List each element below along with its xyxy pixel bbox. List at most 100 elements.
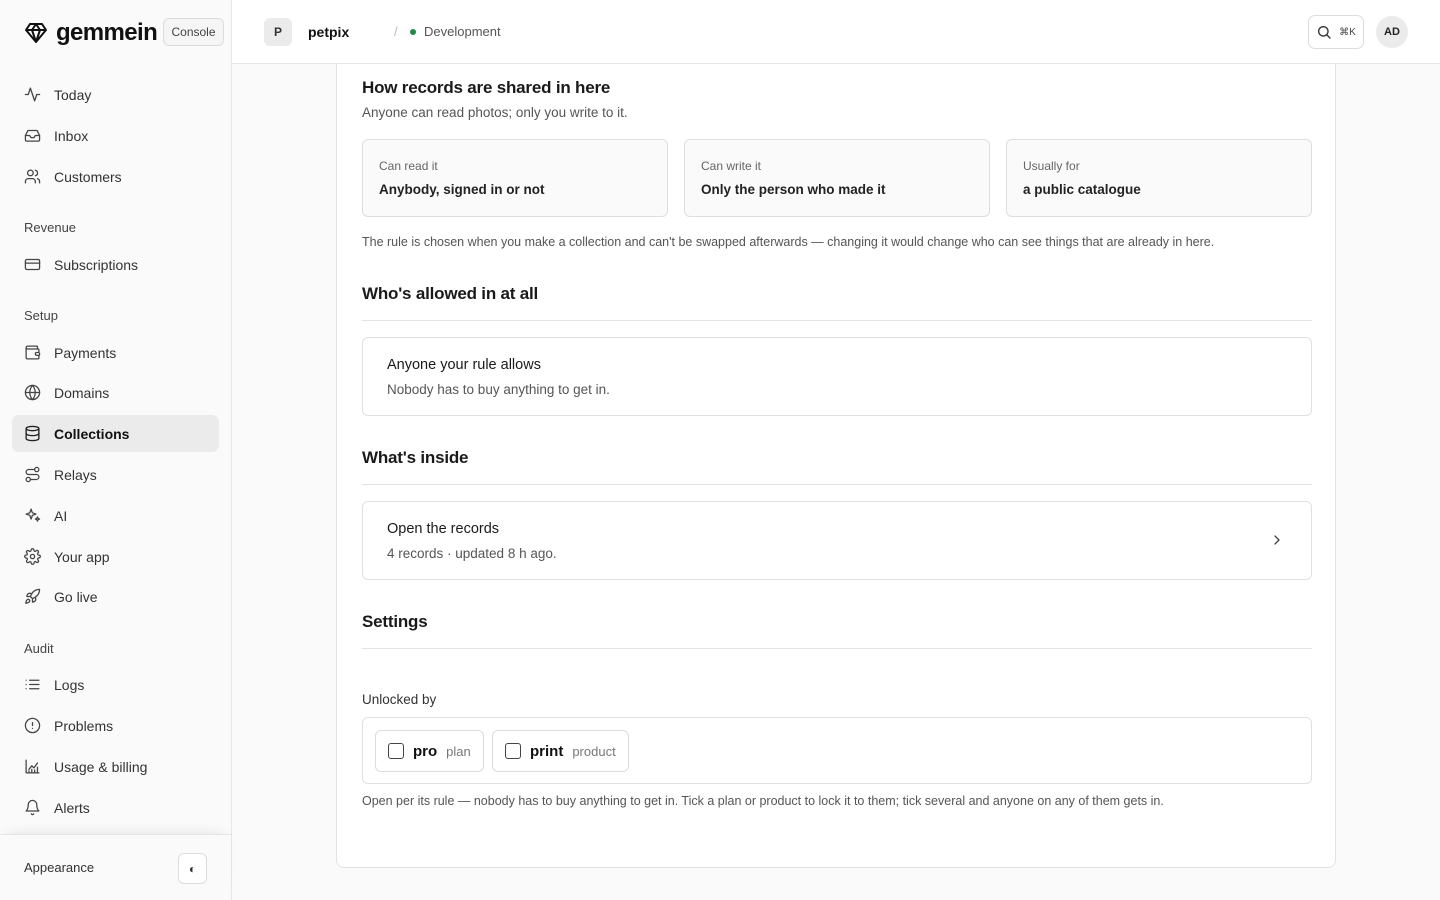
environment-status-dot xyxy=(410,28,416,35)
inbox-icon xyxy=(24,129,41,142)
gear-icon xyxy=(24,548,41,565)
sidebar-item-domains[interactable]: Domains xyxy=(12,374,219,411)
open-records-title: Open the records xyxy=(387,521,500,537)
info-box-label: Usually for xyxy=(1023,159,1080,173)
info-box-label: Can read it xyxy=(379,159,438,173)
option-key: print xyxy=(530,742,564,760)
alert-circle-icon xyxy=(24,717,41,734)
sharing-subtitle: Anyone can read photos; only you write t… xyxy=(362,105,628,120)
brand[interactable]: gemmein xyxy=(24,18,158,48)
sidebar-item-label: Usage & billing xyxy=(54,758,148,775)
access-panel: Anyone your rule allows Nobody has to bu… xyxy=(362,337,1312,416)
sidebar-item-logs[interactable]: Logs xyxy=(12,666,219,703)
option-type: product xyxy=(572,743,616,759)
info-box-value: a public catalogue xyxy=(1023,182,1141,197)
rocket-icon xyxy=(25,588,41,604)
route-icon xyxy=(25,466,40,483)
sidebar-item-relays[interactable]: Relays xyxy=(12,456,219,493)
search-button[interactable]: ⌘K xyxy=(1308,15,1364,49)
settings-title: Settings xyxy=(362,612,428,631)
search-icon xyxy=(1318,26,1331,39)
sidebar-item-label: Subscriptions xyxy=(54,256,139,273)
globe-icon xyxy=(24,384,41,401)
sidebar-item-problems[interactable]: Problems xyxy=(12,707,219,744)
sidebar-item-label: AI xyxy=(54,507,68,524)
unlock-options: pro plan print product xyxy=(362,717,1312,784)
section-divider xyxy=(362,484,1312,485)
sidebar-item-go-live[interactable]: Go live xyxy=(12,578,219,615)
sidebar-footer: Appearance ◐ xyxy=(0,834,231,900)
sidebar-item-label: Today xyxy=(54,86,92,103)
sidebar-item-label: Your app xyxy=(54,548,110,565)
sidebar-item-usage-billing[interactable]: Usage & billing xyxy=(12,748,219,785)
section-label-audit: Audit xyxy=(24,641,54,656)
environment-switcher[interactable]: Development xyxy=(410,24,501,39)
sidebar-item-label: Alerts xyxy=(54,799,90,816)
unlocked-by-label: Unlocked by xyxy=(362,692,437,707)
wallet-icon xyxy=(25,345,41,360)
environment-label: Development xyxy=(424,24,501,39)
sidebar-item-today[interactable]: Today xyxy=(12,76,219,113)
sidebar-item-label: Domains xyxy=(54,384,110,401)
sidebar-item-label: Collections xyxy=(54,425,130,442)
settings-note: Open per its rule — nobody has to buy an… xyxy=(362,794,1164,808)
sidebar-item-collections[interactable]: Collections xyxy=(12,415,219,452)
section-divider xyxy=(362,648,1312,649)
open-records-link[interactable]: Open the records 4 records · updated 8 h… xyxy=(362,501,1312,580)
search-shortcut: ⌘K xyxy=(1339,26,1356,38)
contrast-icon: ◐ xyxy=(188,861,197,876)
unlock-option-pro[interactable]: pro plan xyxy=(375,730,484,772)
unlock-option-print[interactable]: print product xyxy=(492,730,629,772)
info-box-read: Can read it Anybody, signed in or not xyxy=(362,139,668,217)
info-box-label: Can write it xyxy=(701,159,762,173)
section-label-setup: Setup xyxy=(24,308,58,323)
sidebar-item-label: Relays xyxy=(54,466,97,483)
section-divider xyxy=(362,320,1312,321)
sidebar-item-subscriptions[interactable]: Subscriptions xyxy=(12,246,219,283)
sidebar-item-label: Inbox xyxy=(54,127,89,144)
chevron-right-icon xyxy=(1274,535,1280,545)
user-avatar[interactable]: AD xyxy=(1376,16,1408,48)
checkbox[interactable] xyxy=(505,743,521,759)
sidebar-item-your-app[interactable]: Your app xyxy=(12,538,219,575)
console-badge[interactable]: Console xyxy=(163,18,224,46)
info-box-value: Only the person who made it xyxy=(701,182,886,197)
sidebar-item-inbox[interactable]: Inbox xyxy=(12,117,219,154)
project-name[interactable]: petpix xyxy=(308,24,349,40)
collection-detail-card: How records are shared in here Anyone ca… xyxy=(336,64,1336,868)
topbar: P petpix / Development ⌘K AD xyxy=(232,0,1440,64)
brand-name: gemmein xyxy=(56,19,158,46)
project-avatar[interactable]: P xyxy=(264,18,292,46)
sidebar: gemmein Console Today Inbox Customers Re… xyxy=(0,0,232,900)
sidebar-item-label: Customers xyxy=(54,168,122,185)
info-box-write: Can write it Only the person who made it xyxy=(684,139,990,217)
option-type: plan xyxy=(446,743,471,759)
sidebar-item-alerts[interactable]: Alerts xyxy=(12,789,219,826)
credit-card-icon xyxy=(24,258,41,271)
open-records-description: 4 records · updated 8 h ago. xyxy=(387,546,557,561)
access-panel-title: Anyone your rule allows xyxy=(387,357,541,373)
sparkles-icon xyxy=(25,508,41,522)
users-icon xyxy=(24,169,41,184)
sidebar-item-ai[interactable]: AI xyxy=(12,497,219,534)
section-label-revenue: Revenue xyxy=(24,220,77,235)
sidebar-item-customers[interactable]: Customers xyxy=(12,158,219,195)
bell-icon xyxy=(25,799,40,816)
theme-toggle-button[interactable]: ◐ xyxy=(178,853,207,884)
checkbox[interactable] xyxy=(388,743,404,759)
info-box-value: Anybody, signed in or not xyxy=(379,182,545,197)
sharing-note: The rule is chosen when you make a colle… xyxy=(362,235,1215,249)
inside-title: What's inside xyxy=(362,448,469,467)
option-key: pro xyxy=(413,742,438,760)
chart-icon xyxy=(25,759,40,774)
appearance-label: Appearance xyxy=(24,860,95,875)
breadcrumb-separator: / xyxy=(394,24,398,39)
sidebar-item-payments[interactable]: Payments xyxy=(12,334,219,371)
access-panel-description: Nobody has to buy anything to get in. xyxy=(387,382,610,397)
info-box-usage: Usually for a public catalogue xyxy=(1006,139,1312,217)
sharing-title: How records are shared in here xyxy=(362,78,611,97)
access-title: Who's allowed in at all xyxy=(362,284,539,303)
database-icon xyxy=(25,425,40,442)
gem-logo-icon xyxy=(24,21,48,45)
sidebar-item-label: Payments xyxy=(54,344,117,361)
